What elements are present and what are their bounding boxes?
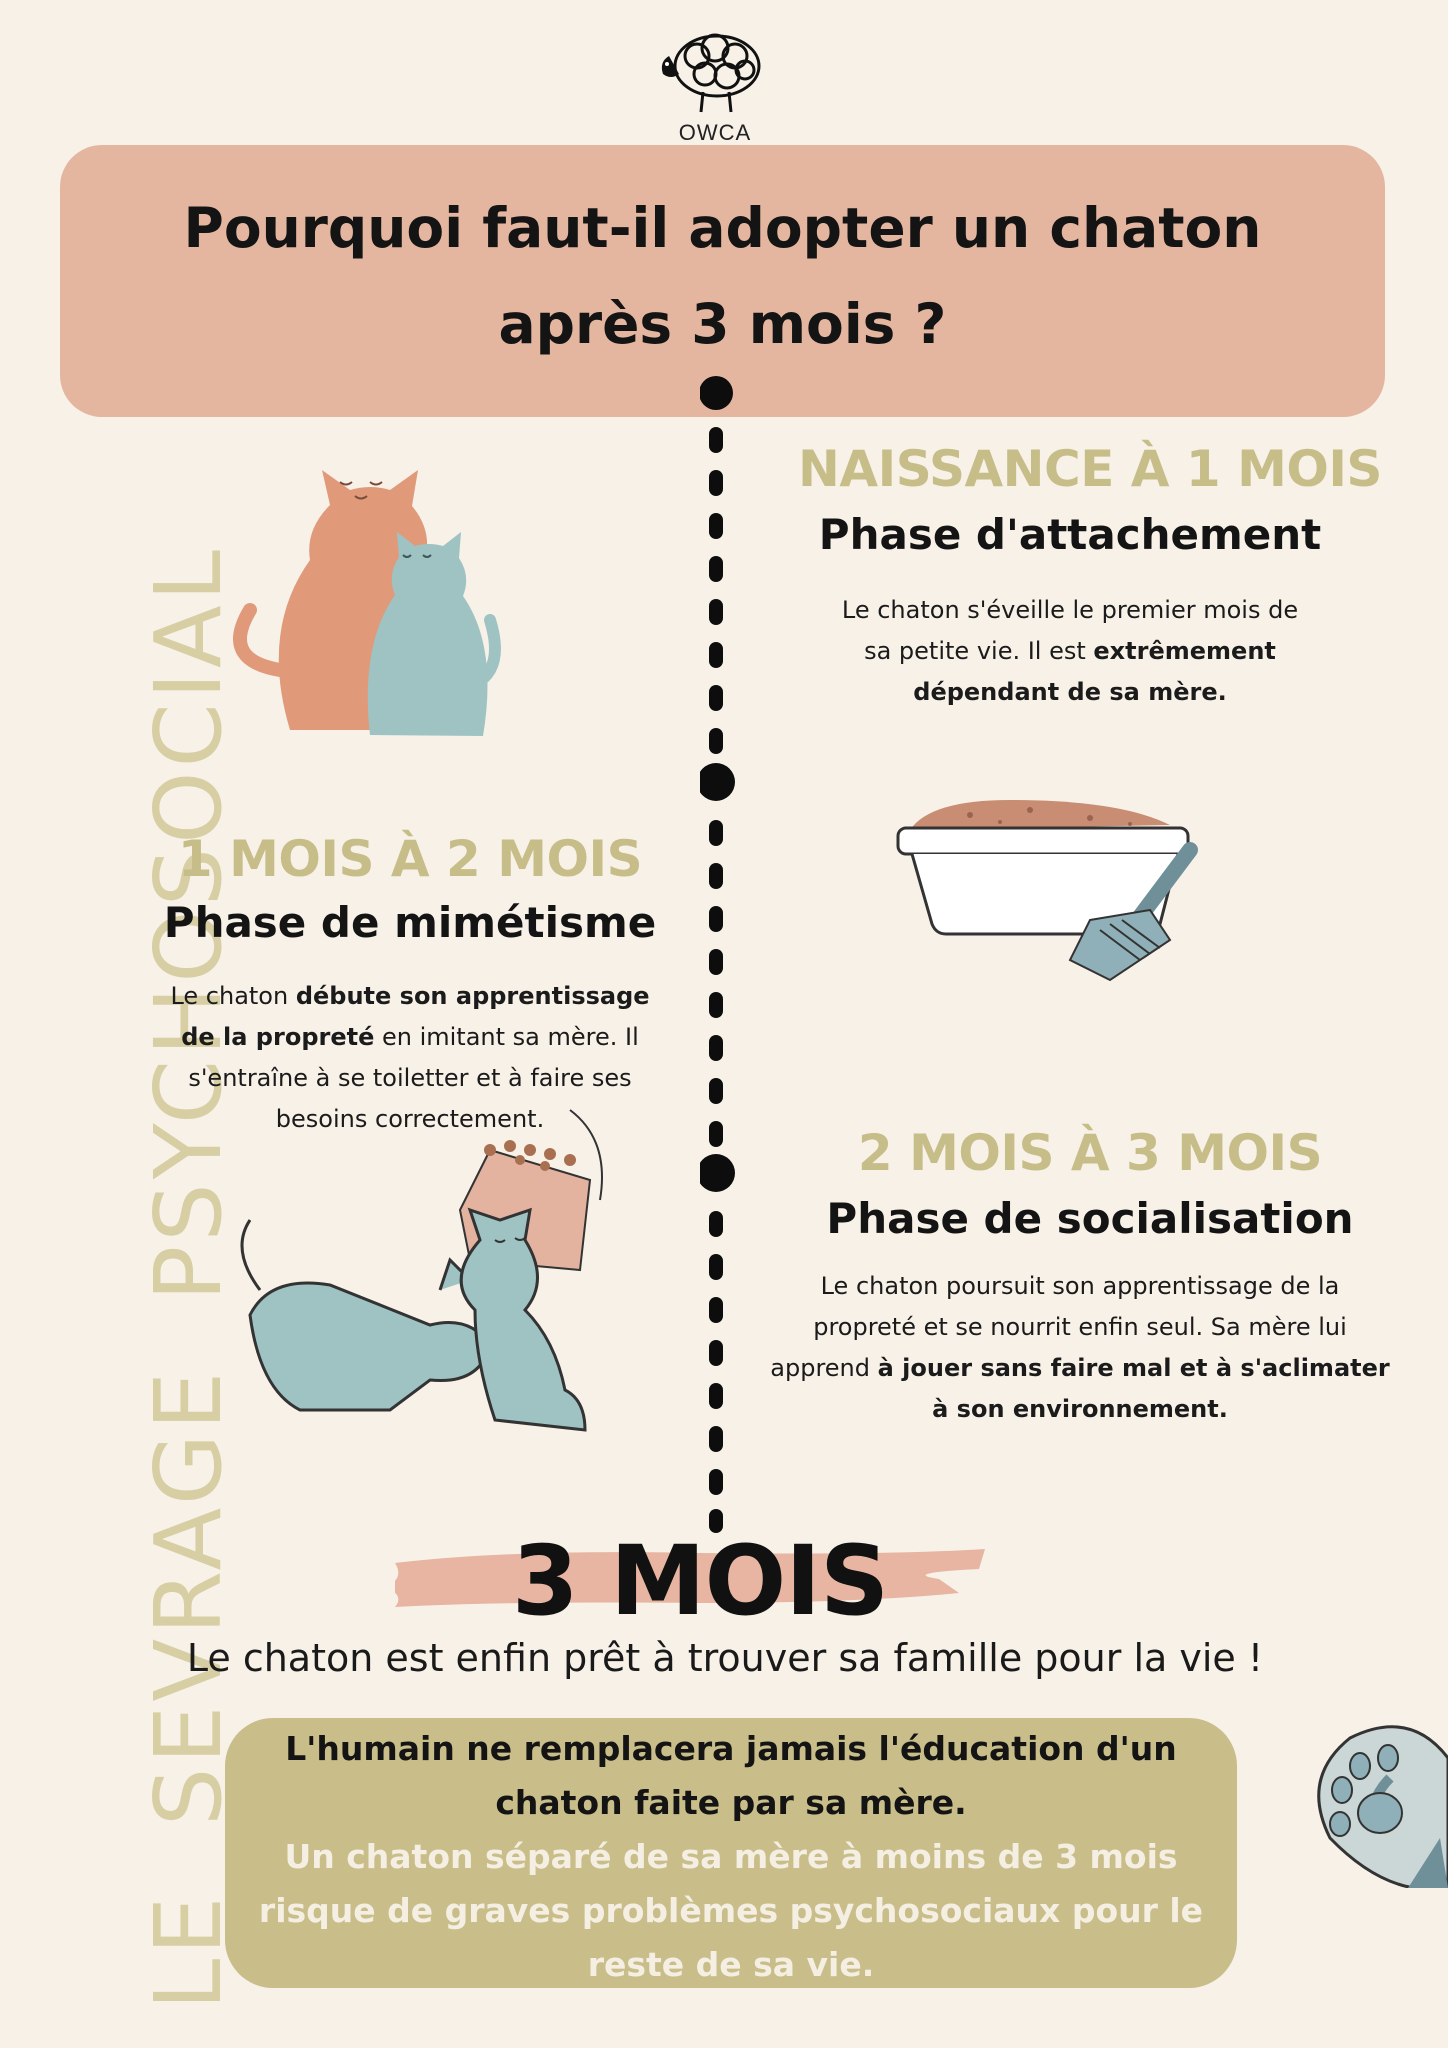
stage-1-phase: Phase d'attachement [818,510,1322,559]
stage-1-description: Le chaton s'éveille le premier mois de s… [800,590,1340,713]
title-line-2: après 3 mois ? [498,292,947,356]
stage-3-text-a: Le chaton poursuit son apprentissage de … [820,1272,1340,1300]
final-month-heading: 3 MOIS [511,1525,889,1637]
stage-1-text-bold-b: extrêmement [1093,637,1276,665]
timeline-dot-2 [700,763,735,801]
stage-3-text-bold-c: à jouer sans faire mal et à s'aclimater [877,1354,1390,1382]
cats-icon [233,470,501,736]
stage-1-text-bold-c: dépendant de sa mère. [913,678,1227,706]
stage-1-text-a: Le chaton s'éveille le premier mois de [841,596,1299,624]
page-title: Pourquoi faut-il adopter un chaton après… [60,180,1385,372]
note-light-block: Un chaton séparé de sa mère à moins de 3… [245,1830,1217,1992]
timeline-dashes [709,427,723,1533]
playing-animals-icon [240,1109,603,1432]
note-light-line-2: risque de graves problèmes psychosociaux… [258,1891,1204,1930]
timeline [700,376,735,1533]
stage-3-description: Le chaton poursuit son apprentissage de … [760,1266,1400,1430]
timeline-dot-1 [700,376,733,410]
stage-3-text-bold-d: à son environnement. [932,1395,1228,1423]
stage-3-text-c: apprend [770,1354,878,1382]
stage-2-text-bold-a: débute son apprentissage [295,982,650,1010]
note-dark-line-1: L'humain ne remplacera jamais l'éducatio… [285,1729,1177,1768]
stage-2-range: 1 MOIS À 2 MOIS [177,830,643,888]
stage-2-text-a: Le chaton [170,982,296,1010]
final-message: Le chaton est enfin prêt à trouver sa fa… [186,1636,1264,1680]
stage-2-text-b: en imitant sa mère. Il [374,1023,639,1051]
stage-2-text-bold-b: de la propreté [181,1023,375,1051]
stage-3-text-b: propreté et se nourrit enfin seul. Sa mè… [813,1313,1347,1341]
title-line-1: Pourquoi faut-il adopter un chaton [183,196,1262,260]
stage-3-range: 2 MOIS À 3 MOIS [857,1124,1323,1182]
logo-label: OWCA [678,120,752,145]
note-light-line-1: Un chaton séparé de sa mère à moins de 3… [284,1837,1178,1876]
note-dark-line-2: chaton faite par sa mère. [495,1783,967,1822]
note-light-line-3: reste de sa vie. [587,1945,875,1984]
note-dark-block: L'humain ne remplacera jamais l'éducatio… [245,1722,1217,1830]
stage-2-phase: Phase de mimétisme [163,898,657,947]
stage-1-text-b: sa petite vie. Il est [864,637,1094,665]
timeline-dot-3 [700,1154,735,1192]
litter-box-icon [896,800,1198,982]
stage-1-range: NAISSANCE À 1 MOIS [798,440,1382,498]
owca-logo: OWCA [640,26,790,146]
paw-icon [1317,1725,1448,1888]
stage-2-text-c: s'entraîne à se toiletter et à faire ses [188,1064,632,1092]
sheep-logo-icon [661,33,761,113]
stage-3-phase: Phase de socialisation [826,1194,1354,1243]
note-text: L'humain ne remplacera jamais l'éducatio… [245,1722,1217,1992]
